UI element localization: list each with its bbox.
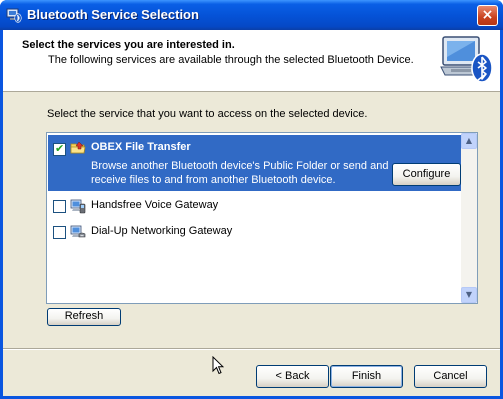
- close-button[interactable]: ×: [477, 5, 498, 26]
- configure-button[interactable]: Configure: [392, 163, 461, 186]
- obex-folder-icon: [70, 141, 86, 154]
- header-subtitle: The following services are available thr…: [48, 54, 414, 66]
- wizard-header: Select the services you are interested i…: [3, 30, 500, 92]
- dialup-icon: [70, 225, 86, 238]
- vertical-scrollbar[interactable]: ▲ ▼: [461, 133, 477, 303]
- service-label-handsfree: Handsfree Voice Gateway: [91, 199, 219, 211]
- footer-divider: [3, 348, 500, 350]
- back-button[interactable]: < Back: [256, 365, 329, 388]
- service-label-obex: OBEX File Transfer: [91, 141, 191, 153]
- service-checkbox-obex[interactable]: ✔: [53, 142, 66, 156]
- dialog-body: Select the services you are interested i…: [3, 30, 500, 396]
- header-title: Select the services you are interested i…: [22, 39, 235, 51]
- service-item-handsfree[interactable]: Handsfree Voice Gateway: [48, 193, 461, 219]
- dialog-window: Bluetooth Service Selection × Select the…: [0, 0, 503, 399]
- checkmark-icon: ✔: [55, 142, 65, 155]
- service-checkbox-dialup[interactable]: [53, 226, 66, 239]
- handsfree-icon: [70, 199, 86, 214]
- window-title: Bluetooth Service Selection: [27, 7, 199, 22]
- title-bar[interactable]: Bluetooth Service Selection ×: [0, 0, 503, 30]
- service-item-obex[interactable]: ✔ OBEX File Transfer Browse another Blue…: [48, 135, 461, 191]
- bluetooth-window-icon: [6, 8, 22, 23]
- services-listbox[interactable]: ✔ OBEX File Transfer Browse another Blue…: [46, 132, 478, 304]
- mouse-pointer-icon: [212, 356, 224, 375]
- scroll-down-button[interactable]: ▼: [461, 287, 477, 303]
- finish-button[interactable]: Finish: [330, 365, 403, 388]
- refresh-button[interactable]: Refresh: [47, 308, 121, 326]
- service-item-dialup[interactable]: Dial-Up Networking Gateway: [48, 219, 461, 245]
- service-description-obex: Browse another Bluetooth device's Public…: [91, 160, 389, 186]
- service-checkbox-handsfree[interactable]: [53, 200, 66, 213]
- service-label-dialup: Dial-Up Networking Gateway: [91, 225, 233, 237]
- cancel-button[interactable]: Cancel: [414, 365, 487, 388]
- bluetooth-computer-icon: [440, 36, 493, 83]
- scroll-up-button[interactable]: ▲: [461, 133, 477, 149]
- instruction-text: Select the service that you want to acce…: [47, 108, 368, 120]
